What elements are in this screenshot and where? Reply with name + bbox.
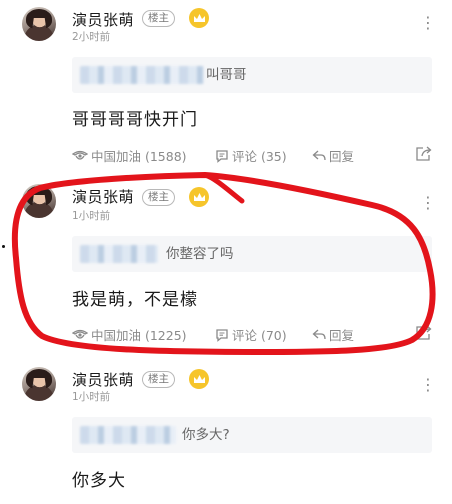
share-icon[interactable] xyxy=(415,324,433,344)
reply-button[interactable]: 回复 xyxy=(312,325,354,344)
comment-button[interactable]: 评论 (70) xyxy=(215,325,287,344)
reply-arrow-icon xyxy=(312,150,326,161)
author-avatar[interactable] xyxy=(22,7,56,41)
quoted-text: 你多大? xyxy=(182,427,230,443)
post-2: 演员张萌 楼主 1小时前 ⋮ 你整容了吗 我是萌，不是檬 中国加油 (1225)… xyxy=(0,170,452,360)
post-time: 2小时前 xyxy=(72,31,111,43)
comment-button[interactable]: 评论 (35) xyxy=(215,146,287,165)
post-content: 你多大 xyxy=(72,471,126,491)
op-badge: 楼主 xyxy=(142,371,175,388)
reply-button[interactable]: 回复 xyxy=(312,146,354,165)
cheer-count: 中国加油 (1588) xyxy=(91,149,187,164)
op-badge: 楼主 xyxy=(142,189,175,206)
quoted-comment[interactable]: 叫哥哥 xyxy=(72,57,432,93)
quoted-text: 你整容了吗 xyxy=(166,246,234,262)
post-3: 演员张萌 楼主 1小时前 ⋮ 你多大? 你多大 xyxy=(0,360,452,504)
blurred-username xyxy=(80,426,176,444)
more-vertical-icon[interactable]: ⋮ xyxy=(420,377,436,393)
cheer-button[interactable]: 中国加油 (1225) xyxy=(72,325,187,344)
more-vertical-icon[interactable]: ⋮ xyxy=(420,15,436,31)
eye-cheer-icon xyxy=(72,329,88,339)
crown-icon xyxy=(189,187,209,207)
quoted-comment[interactable]: 你多大? xyxy=(72,417,432,453)
post-content: 哥哥哥哥快开门 xyxy=(72,110,198,130)
comment-icon xyxy=(216,149,228,163)
post-content: 我是萌，不是檬 xyxy=(72,290,198,310)
author-name[interactable]: 演员张萌 xyxy=(72,186,134,207)
crown-icon xyxy=(189,369,209,389)
cheer-count: 中国加油 (1225) xyxy=(91,328,187,343)
comment-icon xyxy=(216,328,228,342)
author-name[interactable]: 演员张萌 xyxy=(72,369,134,390)
more-vertical-icon[interactable]: ⋮ xyxy=(420,195,436,211)
comment-count: 评论 (35) xyxy=(232,149,287,164)
stray-dot xyxy=(2,245,5,248)
blurred-username xyxy=(80,66,204,84)
cheer-button[interactable]: 中国加油 (1588) xyxy=(72,146,187,165)
blurred-username xyxy=(80,245,158,263)
op-badge: 楼主 xyxy=(142,10,175,27)
reply-arrow-icon xyxy=(312,329,326,340)
post-time: 1小时前 xyxy=(72,210,111,222)
author-avatar[interactable] xyxy=(22,367,56,401)
author-name[interactable]: 演员张萌 xyxy=(72,9,134,30)
post-time: 1小时前 xyxy=(72,391,111,403)
crown-icon xyxy=(189,8,209,28)
share-icon[interactable] xyxy=(415,145,433,165)
post-1: 演员张萌 楼主 2小时前 ⋮ 叫哥哥 哥哥哥哥快开门 中国加油 (1588) 评… xyxy=(0,0,452,170)
quoted-text: 叫哥哥 xyxy=(206,67,247,83)
reply-label: 回复 xyxy=(329,328,355,343)
eye-cheer-icon xyxy=(72,150,88,160)
quoted-comment[interactable]: 你整容了吗 xyxy=(72,236,432,272)
comment-count: 评论 (70) xyxy=(232,328,287,343)
author-avatar[interactable] xyxy=(22,184,56,218)
reply-label: 回复 xyxy=(329,149,355,164)
